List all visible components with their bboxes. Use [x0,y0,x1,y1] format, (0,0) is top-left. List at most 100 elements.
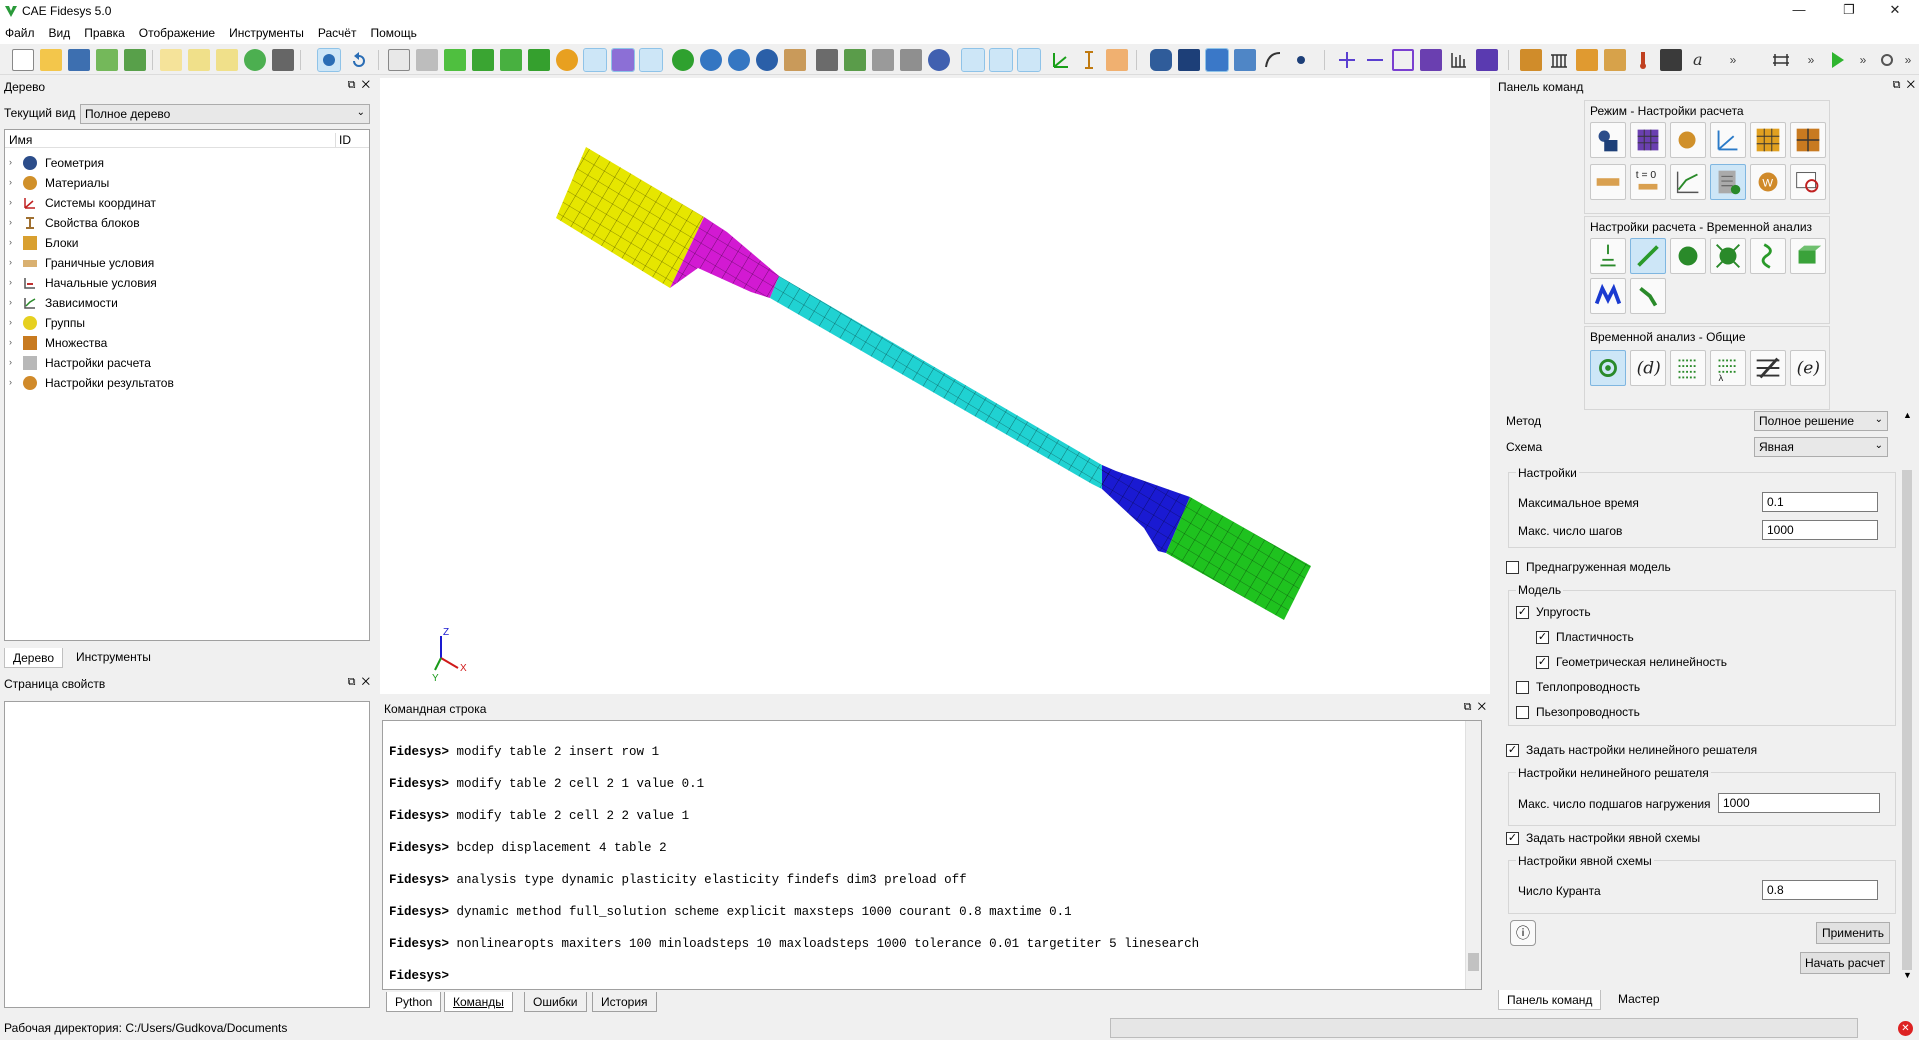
coordinate-mode-icon[interactable] [1710,122,1746,158]
select-edge-icon[interactable] [1017,48,1041,72]
open-folder-icon[interactable] [40,49,62,71]
view-top-icon[interactable] [872,49,894,71]
tab-wizard[interactable]: Мастер [1610,989,1668,1009]
solid-cube-icon[interactable] [472,49,494,71]
maximize-button[interactable]: ❐ [1826,0,1872,22]
col-name-header[interactable]: Имя [9,133,32,147]
pause-icon[interactable] [244,49,266,71]
measure-icon[interactable] [1078,49,1100,71]
blocks-mode-icon[interactable] [1750,122,1786,158]
ruler-icon[interactable] [1770,49,1792,71]
new-file-icon[interactable] [12,49,34,71]
view-cube-icon[interactable] [611,48,635,72]
line-icon[interactable] [1364,49,1386,71]
elasticity-checkbox[interactable]: ✓ [1516,606,1529,619]
select-box-icon[interactable] [961,48,985,72]
menu-display[interactable]: Отображение [132,22,222,40]
results-icon[interactable] [1660,49,1682,71]
fluid-analysis-icon[interactable] [1630,278,1666,314]
tab-commands[interactable]: Команды [444,992,513,1012]
settings-wrench-icon[interactable] [1876,49,1898,71]
multiscale-analysis-icon[interactable] [1590,278,1626,314]
current-view-select[interactable]: Полное дерево ⌄ [80,104,370,124]
sphere-view-icon[interactable] [928,49,950,71]
close-icon[interactable]: ✕ [362,79,370,91]
view-side-icon[interactable] [900,49,922,71]
courant-input[interactable] [1762,880,1878,900]
gear-icon[interactable] [1590,350,1626,386]
surface-icon[interactable] [1234,49,1256,71]
solver-settings-icon[interactable] [1750,350,1786,386]
postprocess-mode-icon[interactable] [1790,164,1826,200]
start-calculation-button[interactable]: Начать расчет [1800,952,1890,974]
static-analysis-icon[interactable] [1590,238,1626,274]
max-steps-input[interactable] [1762,520,1878,540]
tab-python[interactable]: Python [386,992,442,1012]
results-mode-icon[interactable]: W [1750,164,1786,200]
add-point-icon[interactable] [1336,49,1358,71]
shaded-cube-icon[interactable] [444,49,466,71]
solid-body-icon[interactable] [1420,49,1442,71]
undo-history-icon[interactable] [317,48,341,72]
vertex-icon[interactable] [1290,49,1312,71]
zoom-out-icon[interactable] [728,49,750,71]
preloaded-checkbox[interactable] [1506,561,1519,574]
viewport-3d[interactable]: Z X Y [380,78,1490,694]
float-icon[interactable]: ⧉ [348,79,356,91]
console-output[interactable]: Fidesys> modify table 2 insert row 1 Fid… [382,720,1482,990]
parts-icon[interactable] [1150,49,1172,71]
e-function-icon[interactable]: (e) [1790,350,1826,386]
piezo-conduction-checkbox[interactable] [1516,706,1529,719]
apply-button[interactable]: Применить [1816,922,1890,944]
specimen-mesh[interactable]: Z X Y [380,78,1490,694]
info-icon[interactable]: ⓘ [1510,920,1536,946]
menu-edit[interactable]: Правка [77,22,132,40]
col-id-header[interactable]: ID [335,133,351,147]
minimize-button[interactable]: — [1776,0,1822,22]
force-icon[interactable] [1576,49,1598,71]
section-icon[interactable] [784,49,806,71]
lambda-grid-icon[interactable]: λ [1710,350,1746,386]
dependency-mode-icon[interactable] [1670,164,1706,200]
volume-icon[interactable] [1178,49,1200,71]
harmonic-analysis-icon[interactable] [1710,238,1746,274]
materials-mode-icon[interactable] [1670,122,1706,158]
element-cube-icon[interactable] [1476,49,1498,71]
save-icon[interactable] [68,49,90,71]
d-function-icon[interactable]: (d) [1630,350,1666,386]
refresh-icon[interactable] [672,49,694,71]
error-indicator-icon[interactable]: ✕ [1898,1021,1913,1036]
wireframe-cube-icon[interactable] [388,49,410,71]
mesh-cube-icon[interactable] [528,49,550,71]
toolbar-overflow-icon[interactable]: » [1900,49,1916,71]
view-front-icon[interactable] [816,49,838,71]
explicit-scheme-checkbox[interactable]: ✓ [1506,832,1519,845]
temperature-icon[interactable] [1632,49,1654,71]
select-cross-icon[interactable] [989,48,1013,72]
heat-conduction-checkbox[interactable] [1516,681,1529,694]
load-grid-icon[interactable] [1548,49,1570,71]
scrollbar-thumb[interactable] [1902,470,1912,970]
id-icon[interactable] [216,49,238,71]
tab-errors[interactable]: Ошибки [524,992,587,1012]
tab-history[interactable]: История [592,992,657,1012]
stability-analysis-icon[interactable] [1750,238,1786,274]
toolbar-overflow-icon[interactable]: » [1852,49,1874,71]
constraint-icon[interactable] [1520,49,1542,71]
curve-icon[interactable] [1262,49,1284,71]
max-substeps-input[interactable] [1718,793,1880,813]
float-icon[interactable]: ⧉ [1464,701,1472,713]
boundary-mode-icon[interactable] [1590,164,1626,200]
script-icon[interactable] [160,49,182,71]
script-a-icon[interactable]: a [1688,49,1710,71]
axes-icon[interactable] [1050,49,1072,71]
zoom-in-icon[interactable] [700,49,722,71]
menu-tools[interactable]: Инструменты [222,22,311,40]
window-icon[interactable] [639,48,663,72]
hidden-cube-icon[interactable] [416,49,438,71]
eraser-icon[interactable] [1106,49,1128,71]
transparency-icon[interactable] [556,49,578,71]
journal-icon[interactable] [188,49,210,71]
scrollbar-thumb[interactable] [1468,953,1479,971]
surface-cube-icon[interactable] [1205,48,1229,72]
